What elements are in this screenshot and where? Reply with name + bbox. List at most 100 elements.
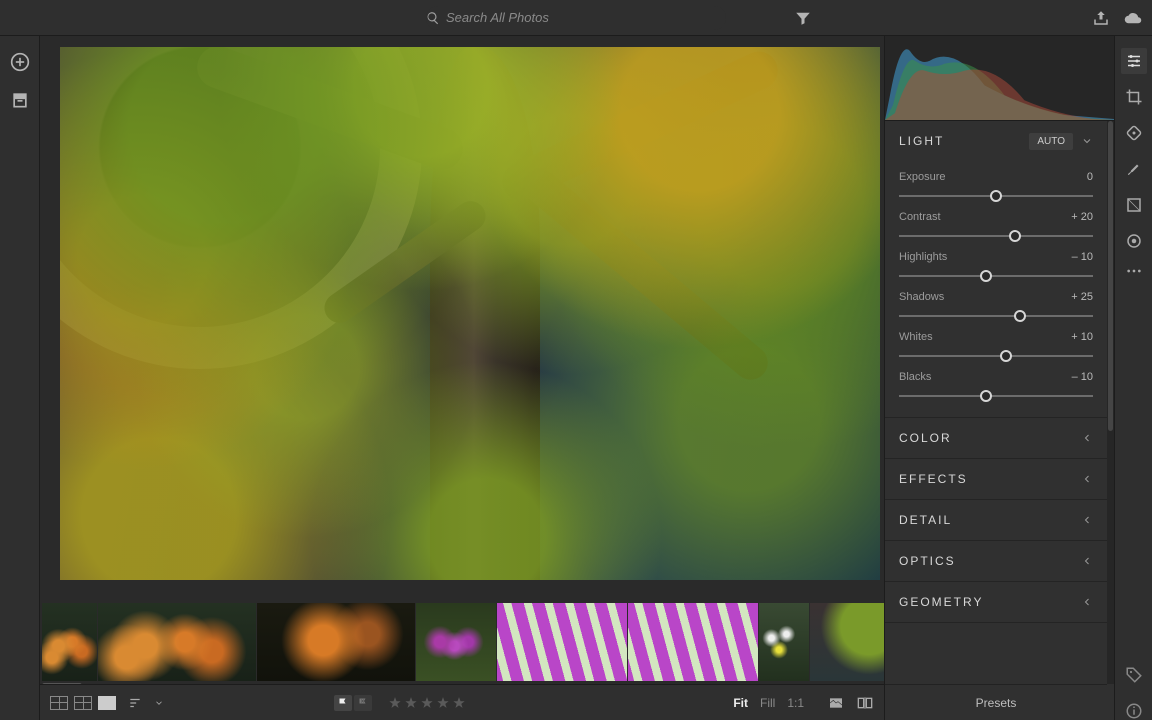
star-icon[interactable] [420, 696, 434, 710]
radial-gradient-icon[interactable] [1125, 232, 1143, 250]
thumbnail[interactable] [759, 603, 809, 681]
edit-panel: LIGHT AUTO Exposure0 Contrast+ 20 Highligh… [884, 36, 1114, 720]
slider-track[interactable] [899, 229, 1093, 243]
crop-icon[interactable] [1125, 88, 1143, 106]
filter-button[interactable] [794, 0, 812, 36]
chevron-down-icon [1081, 135, 1093, 147]
thumbnail[interactable] [497, 603, 627, 681]
presets-button[interactable]: Presets [885, 684, 1107, 720]
zoom-fit[interactable]: Fit [733, 696, 748, 710]
slider-value: + 10 [1071, 331, 1093, 343]
slider-label: Contrast [899, 211, 941, 223]
section-detail: DETAIL [885, 500, 1107, 541]
star-icon[interactable] [404, 696, 418, 710]
healing-icon[interactable] [1125, 124, 1143, 142]
search-input[interactable] [446, 10, 726, 25]
top-bar [0, 0, 1152, 36]
funnel-icon [794, 9, 812, 27]
section-title: OPTICS [899, 554, 1081, 568]
slider-highlights[interactable]: Highlights – 10 [899, 251, 1093, 283]
bottom-toolbar: Fit Fill 1:1 [40, 684, 884, 720]
flag-pick-button[interactable] [334, 695, 352, 711]
slider-exposure[interactable]: Exposure0 [899, 171, 1093, 203]
slider-track[interactable] [899, 349, 1093, 363]
slider-knob[interactable] [1014, 310, 1026, 322]
main-image-canvas[interactable] [60, 47, 880, 580]
slider-value: 0 [1087, 171, 1093, 183]
section-effects: EFFECTS [885, 459, 1107, 500]
edit-tool[interactable] [1121, 48, 1147, 74]
slider-value: – 10 [1072, 251, 1093, 263]
flag-reject-button[interactable] [354, 695, 372, 711]
section-geometry: GEOMETRY [885, 582, 1107, 623]
slider-knob[interactable] [980, 270, 992, 282]
slider-value: – 10 [1072, 371, 1093, 383]
tag-icon[interactable] [1125, 666, 1143, 684]
slider-whites[interactable]: Whites + 10 [899, 331, 1093, 363]
section-header-light[interactable]: LIGHT AUTO [885, 121, 1107, 161]
search-icon [426, 11, 440, 25]
chevron-left-icon [1081, 473, 1093, 485]
thumbnail[interactable] [257, 603, 415, 681]
share-icon[interactable] [1092, 9, 1110, 27]
flag-icon [337, 697, 349, 709]
thumbnail[interactable] [628, 603, 758, 681]
slider-track[interactable] [899, 189, 1093, 203]
star-icon[interactable] [436, 696, 450, 710]
slider-label: Highlights [899, 251, 947, 263]
single-view-button[interactable] [98, 696, 116, 710]
archive-icon[interactable] [10, 90, 30, 110]
slider-value: + 25 [1071, 291, 1093, 303]
slider-knob[interactable] [980, 390, 992, 402]
slider-label: Blacks [899, 371, 931, 383]
slider-blacks[interactable]: Blacks – 10 [899, 371, 1093, 403]
grid-small-view-button[interactable] [50, 696, 68, 710]
slider-label: Shadows [899, 291, 944, 303]
slider-contrast[interactable]: Contrast+ 20 [899, 211, 1093, 243]
show-original-icon[interactable] [828, 695, 844, 711]
histogram[interactable] [885, 36, 1114, 121]
section-light: LIGHT AUTO Exposure0 Contrast+ 20 Highligh… [885, 121, 1107, 418]
section-header[interactable]: EFFECTS [885, 459, 1107, 499]
star-icon[interactable] [388, 696, 402, 710]
cloud-icon[interactable] [1124, 9, 1142, 27]
slider-track[interactable] [899, 309, 1093, 323]
thumbnail[interactable] [42, 603, 97, 681]
section-optics: OPTICS [885, 541, 1107, 582]
zoom-fill[interactable]: Fill [760, 696, 775, 710]
zoom-1to1[interactable]: 1:1 [787, 696, 804, 710]
thumbnail[interactable] [416, 603, 496, 681]
section-title: DETAIL [899, 513, 1081, 527]
thumbnail[interactable] [98, 603, 256, 681]
grid-large-view-button[interactable] [74, 696, 92, 710]
sort-icon[interactable] [126, 696, 144, 710]
slider-label: Whites [899, 331, 933, 343]
section-header[interactable]: GEOMETRY [885, 582, 1107, 622]
chevron-down-icon[interactable] [154, 698, 164, 708]
right-tool-rail [1114, 36, 1152, 720]
slider-track[interactable] [899, 269, 1093, 283]
info-icon[interactable] [1125, 702, 1143, 720]
left-rail [0, 36, 40, 720]
chevron-left-icon [1081, 432, 1093, 444]
slider-knob[interactable] [1009, 230, 1021, 242]
section-header[interactable]: COLOR [885, 418, 1107, 458]
histogram-graph [885, 36, 1114, 120]
add-photos-icon[interactable] [10, 52, 30, 72]
linear-gradient-icon[interactable] [1125, 196, 1143, 214]
section-header[interactable]: DETAIL [885, 500, 1107, 540]
brush-icon[interactable] [1125, 160, 1143, 178]
star-rating[interactable] [388, 696, 466, 710]
more-icon[interactable] [1126, 268, 1142, 274]
slider-knob[interactable] [990, 190, 1002, 202]
section-header[interactable]: OPTICS [885, 541, 1107, 581]
star-icon[interactable] [452, 696, 466, 710]
panel-scrollbar[interactable] [1107, 121, 1114, 684]
auto-button[interactable]: AUTO [1029, 133, 1073, 150]
search-field[interactable] [426, 6, 726, 30]
compare-icon[interactable] [856, 695, 874, 711]
slider-shadows[interactable]: Shadows + 25 [899, 291, 1093, 323]
slider-knob[interactable] [1000, 350, 1012, 362]
section-color: COLOR [885, 418, 1107, 459]
slider-track[interactable] [899, 389, 1093, 403]
